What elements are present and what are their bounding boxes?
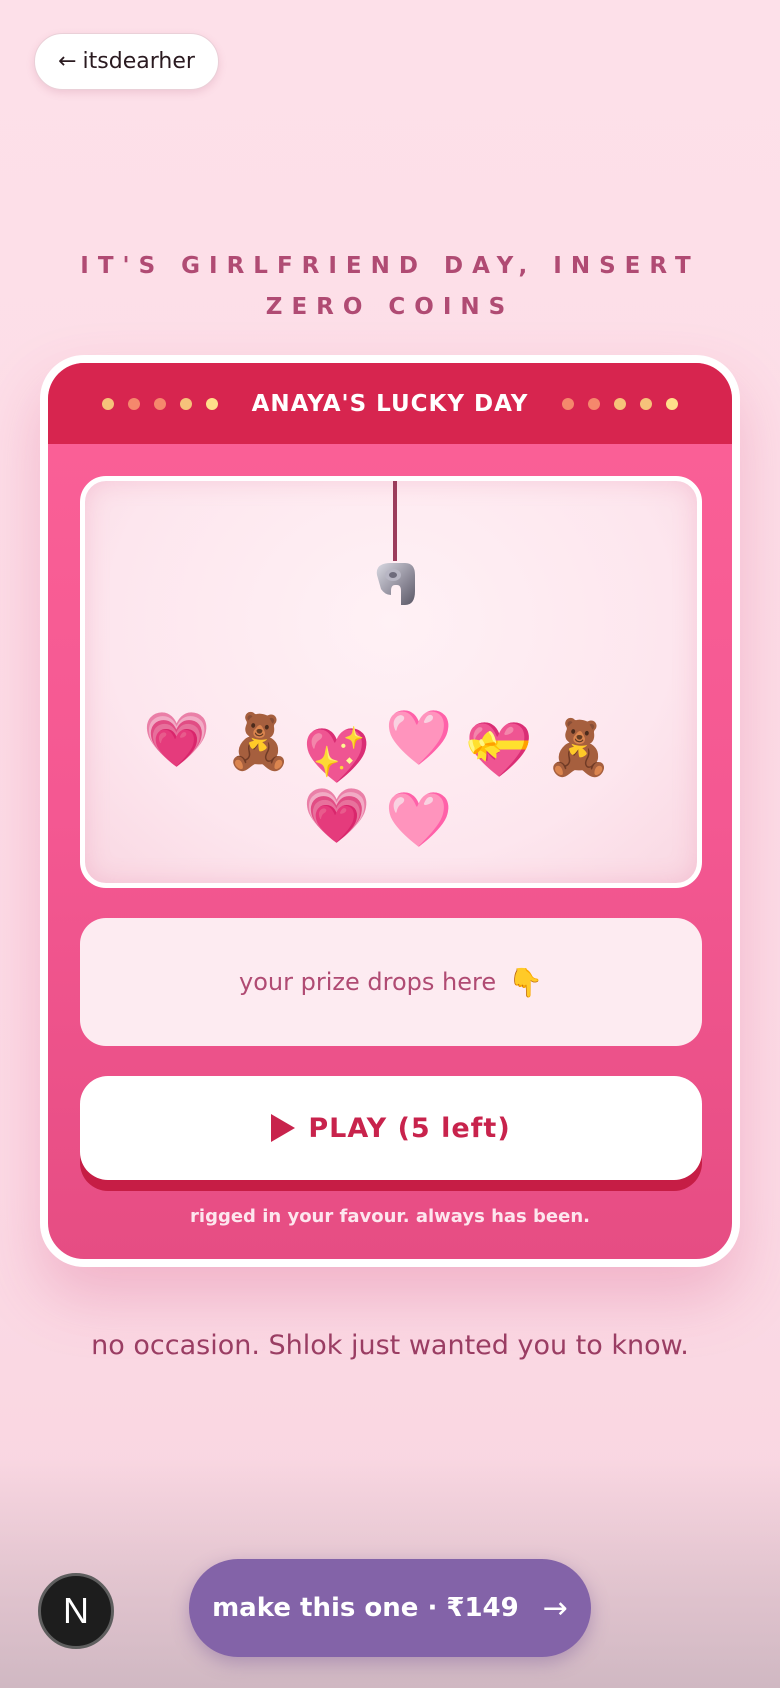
back-button[interactable]: ← itsdearher — [34, 33, 219, 90]
make-this-one-button[interactable]: make this one · ₹149 → — [189, 1559, 591, 1657]
pink-heart-prize-icon: 🩷 — [385, 788, 453, 851]
prize-slot: your prize drops here 👇 — [80, 918, 702, 1046]
fine-print: rigged in your favour. always has been. — [190, 1206, 590, 1227]
page-headline: IT'S GIRLFRIEND DAY, INSERT ZERO COINS — [80, 253, 700, 320]
marquee-right-light — [614, 397, 627, 410]
marquee-lights-left — [101, 397, 218, 410]
n-badge-letter: N — [63, 1590, 89, 1631]
play-icon — [271, 1114, 296, 1142]
arrow-left-icon: ← — [58, 49, 77, 74]
marquee-right-light — [562, 397, 575, 410]
play-button[interactable]: PLAY (5 left) — [80, 1076, 702, 1180]
tagline: no occasion. Shlok just wanted you to kn… — [91, 1330, 689, 1361]
marquee-lights-right — [562, 397, 679, 410]
prize-slot-text: your prize drops here — [239, 968, 497, 996]
teddy-bear-prize-icon: 🧸 — [545, 716, 613, 779]
marquee-left-light — [179, 397, 192, 410]
teddy-bear-prize-icon: 🧸 — [225, 710, 293, 773]
machine-title: ANAYA'S LUCKY DAY — [251, 390, 529, 417]
claw-machine: ANAYA'S LUCKY DAY 💗 🧸 💖 🩷 💝 🧸 💗 🩷 your prize dr… — [40, 355, 740, 1267]
prize-chamber: 💗 🧸 💖 🩷 💝 🧸 💗 🩷 — [80, 476, 702, 888]
marquee-right-light — [640, 397, 653, 410]
arrow-right-icon: → — [542, 1590, 568, 1626]
heart-with-ribbon-prize-icon: 💝 — [465, 718, 533, 781]
glowing-heart-prize-icon: 💗 — [143, 708, 211, 771]
marquee-right-light — [666, 397, 679, 410]
machine-marquee: ANAYA'S LUCKY DAY — [48, 363, 732, 444]
claw-icon — [376, 563, 415, 605]
claw-rope — [393, 481, 397, 561]
glowing-heart-prize-icon: 💗 — [303, 784, 371, 847]
play-button-label: PLAY (5 left) — [308, 1112, 511, 1144]
marquee-left-light — [205, 397, 218, 410]
marquee-left-light — [153, 397, 166, 410]
marquee-left-light — [101, 397, 114, 410]
pink-heart-prize-icon: 🩷 — [385, 706, 453, 769]
marquee-left-light — [127, 397, 140, 410]
sparkling-heart-prize-icon: 💖 — [303, 724, 371, 787]
back-button-label: itsdearher — [82, 49, 195, 74]
cta-label: make this one · ₹149 — [212, 1593, 519, 1623]
marquee-right-light — [588, 397, 601, 410]
pointing-down-icon: 👇 — [508, 965, 543, 999]
n-badge[interactable]: N — [38, 1573, 114, 1649]
